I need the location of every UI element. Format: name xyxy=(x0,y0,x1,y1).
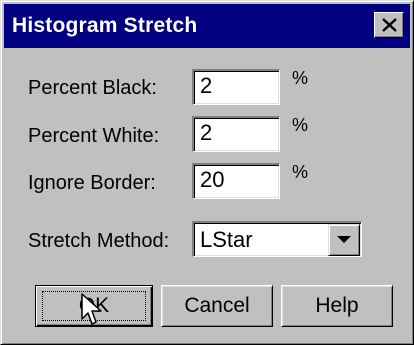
stretch-method-select[interactable]: LStar xyxy=(192,221,362,257)
histogram-stretch-dialog: Histogram Stretch Percent Black: 2 % Per… xyxy=(0,0,414,345)
title-bar[interactable]: Histogram Stretch xyxy=(4,4,410,48)
percent-white-label: Percent White: xyxy=(28,125,160,147)
ignore-border-label: Ignore Border: xyxy=(28,172,156,194)
ignore-border-input[interactable]: 20 xyxy=(192,163,280,199)
stretch-method-label: Stretch Method: xyxy=(28,230,170,252)
close-button[interactable] xyxy=(374,12,404,38)
ignore-border-unit: % xyxy=(292,162,309,182)
dialog-title: Histogram Stretch xyxy=(12,14,198,37)
help-button-label: Help xyxy=(315,294,359,317)
close-icon xyxy=(382,18,397,32)
cancel-button[interactable]: Cancel xyxy=(161,285,273,327)
stretch-method-dropdown-button[interactable] xyxy=(328,224,360,256)
percent-black-unit: % xyxy=(292,68,309,88)
chevron-down-icon xyxy=(337,236,351,243)
percent-black-label: Percent Black: xyxy=(28,77,157,99)
percent-black-input[interactable]: 2 xyxy=(192,69,280,105)
cancel-button-label: Cancel xyxy=(184,294,250,317)
percent-white-input[interactable]: 2 xyxy=(192,116,280,152)
mouse-pointer-icon xyxy=(81,293,102,325)
percent-white-unit: % xyxy=(292,115,309,135)
help-button[interactable]: Help xyxy=(281,285,393,327)
stretch-method-value: LStar xyxy=(200,227,253,252)
